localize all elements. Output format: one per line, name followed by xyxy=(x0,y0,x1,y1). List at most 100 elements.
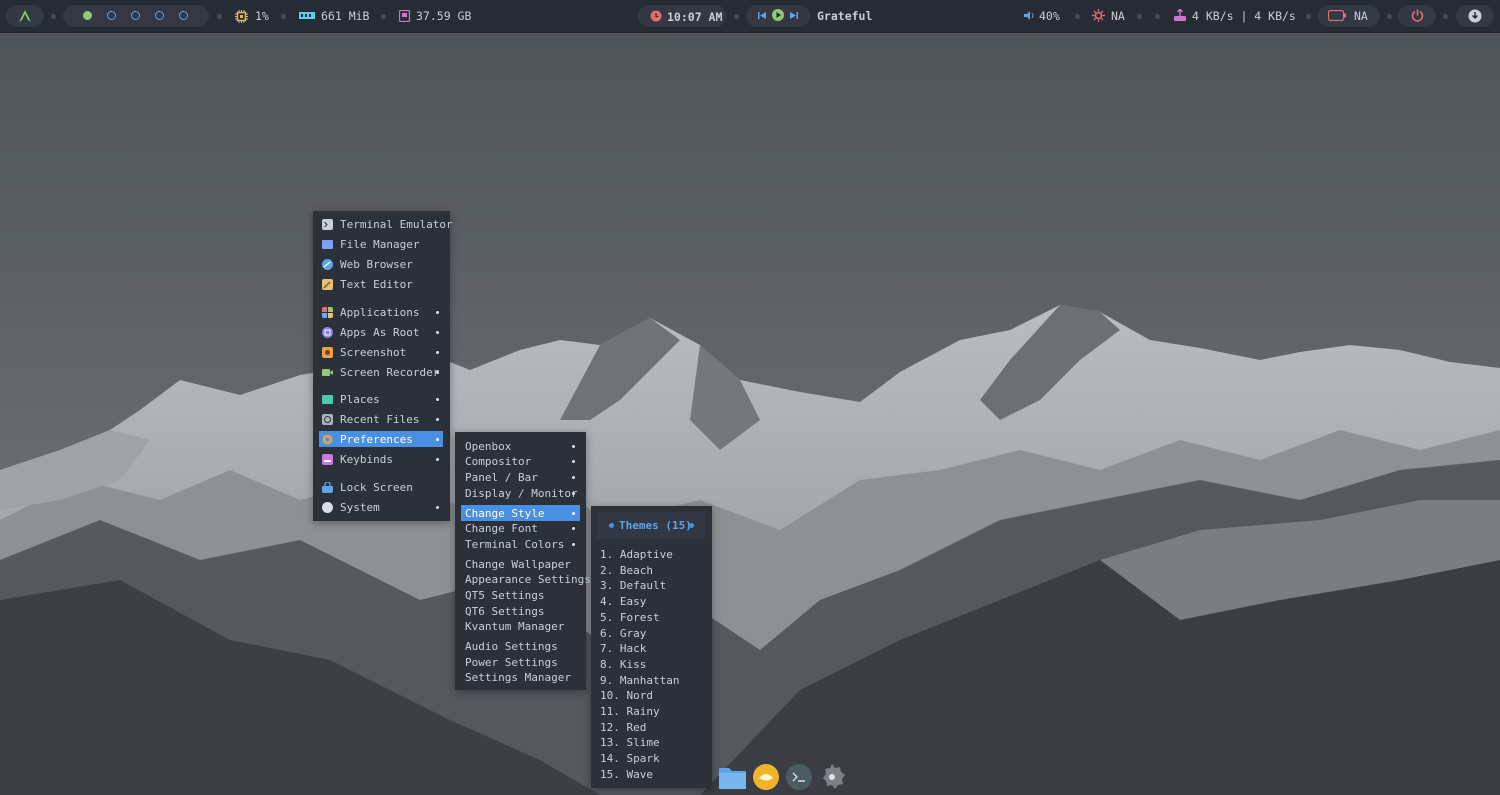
submenu-arrow-icon xyxy=(436,371,439,374)
menu-item-compositor[interactable]: Compositor xyxy=(461,453,580,469)
menu-item-qt6-settings[interactable]: QT6 Settings xyxy=(461,603,580,619)
theme-item-beach[interactable]: 2. Beach xyxy=(597,562,705,578)
theme-item-gray[interactable]: 6. Gray xyxy=(597,625,705,641)
dock xyxy=(690,760,860,795)
menu-item-screenshot[interactable]: Screenshot xyxy=(319,344,443,360)
submenu-arrow-icon xyxy=(572,445,575,448)
submenu-arrow-icon xyxy=(572,460,575,463)
launcher-button[interactable] xyxy=(6,5,44,27)
theme-item-nord[interactable]: 10. Nord xyxy=(597,687,705,703)
menu-item-change-font[interactable]: Change Font xyxy=(461,520,580,536)
menu-item-panel-bar[interactable]: Panel / Bar xyxy=(461,469,580,485)
workspace-4[interactable] xyxy=(155,11,164,20)
theme-item-default[interactable]: 3. Default xyxy=(597,577,705,593)
menu-item-text-editor[interactable]: Text Editor xyxy=(319,276,443,292)
memory-usage: 661 MiB xyxy=(321,9,370,23)
themes-header-label: Themes (15) xyxy=(619,519,692,532)
workspace-3[interactable] xyxy=(131,11,140,20)
menu-item-recent-files[interactable]: Recent Files xyxy=(319,411,443,427)
submenu-arrow-icon xyxy=(436,351,439,354)
menu-item-terminal-emulator[interactable]: Terminal Emulator xyxy=(319,216,453,232)
battery-level: NA xyxy=(1354,9,1368,23)
theme-item-easy[interactable]: 4. Easy xyxy=(597,593,705,609)
menu-item-qt5-settings[interactable]: QT5 Settings xyxy=(461,587,580,603)
workspace-1[interactable] xyxy=(83,11,92,20)
play-icon[interactable] xyxy=(772,9,784,21)
menu-item-kvantum-manager[interactable]: Kvantum Manager xyxy=(461,618,580,634)
power-button[interactable] xyxy=(1398,5,1436,27)
now-playing-title[interactable]: Grateful xyxy=(817,9,872,23)
folder-icon xyxy=(322,240,333,249)
preferences-submenu: Openbox Compositor Panel / Bar Display /… xyxy=(455,432,591,690)
system-icon xyxy=(322,502,333,513)
root-apps-icon xyxy=(322,327,333,338)
menu-item-display-monitor[interactable]: Display / Monitor xyxy=(461,485,580,501)
power-icon xyxy=(1411,9,1424,22)
menu-item-system[interactable]: System xyxy=(319,499,443,515)
menu-item-change-style[interactable]: Change Style xyxy=(461,505,580,521)
screenshot-icon xyxy=(322,347,333,358)
menu-item-apps-as-root[interactable]: Apps As Root xyxy=(319,324,443,340)
submenu-arrow-icon xyxy=(436,418,439,421)
menu-item-lock-screen[interactable]: Lock Screen xyxy=(319,479,443,495)
submenu-arrow-icon xyxy=(572,527,575,530)
submenu-arrow-icon xyxy=(572,476,575,479)
next-track-icon[interactable] xyxy=(789,11,798,20)
brightness-icon[interactable] xyxy=(1092,9,1105,22)
theme-item-rainy[interactable]: 11. Rainy xyxy=(597,703,705,719)
menu-item-keybinds[interactable]: Keybinds xyxy=(319,451,443,467)
menu-item-terminal-colors[interactable]: Terminal Colors xyxy=(461,536,580,552)
terminal-icon xyxy=(322,219,333,230)
theme-item-kiss[interactable]: 8. Kiss xyxy=(597,656,705,672)
menu-item-screen-recorder[interactable]: Screen Recorder xyxy=(319,364,443,380)
theme-item-adaptive[interactable]: 1. Adaptive xyxy=(597,546,705,562)
menu-item-places[interactable]: Places xyxy=(319,391,443,407)
bullet-left-icon xyxy=(609,523,614,528)
dock-settings-icon[interactable] xyxy=(819,764,845,790)
clock-widget[interactable]: 10:07 AM xyxy=(638,5,726,27)
preferences-gear-icon xyxy=(322,434,333,445)
menu-item-preferences[interactable]: Preferences xyxy=(319,431,443,447)
volume-level[interactable]: 40% xyxy=(1039,9,1060,23)
theme-item-wave[interactable]: 15. Wave xyxy=(597,766,705,782)
workspace-5[interactable] xyxy=(179,11,188,20)
cpu-icon xyxy=(235,10,248,23)
wallpaper xyxy=(0,0,1500,795)
menu-item-applications[interactable]: Applications xyxy=(319,304,443,320)
submenu-arrow-icon xyxy=(436,331,439,334)
theme-item-manhattan[interactable]: 9. Manhattan xyxy=(597,672,705,688)
menu-item-audio-settings[interactable]: Audio Settings xyxy=(461,638,580,654)
volume-icon[interactable] xyxy=(1024,10,1035,21)
arch-logo-icon xyxy=(19,10,31,22)
battery-widget: NA xyxy=(1318,5,1380,27)
submenu-arrow-icon xyxy=(436,311,439,314)
submenu-arrow-icon xyxy=(436,438,439,441)
themes-header: Themes (15) xyxy=(597,512,705,539)
theme-item-hack[interactable]: 7. Hack xyxy=(597,640,705,656)
root-menu: Terminal Emulator File Manager Web Brows… xyxy=(313,211,453,521)
dock-terminal-icon[interactable] xyxy=(786,764,812,790)
submenu-arrow-icon xyxy=(436,506,439,509)
previous-track-icon[interactable] xyxy=(758,11,767,20)
menu-item-openbox[interactable]: Openbox xyxy=(461,438,580,454)
workspace-2[interactable] xyxy=(107,11,116,20)
menu-item-web-browser[interactable]: Web Browser xyxy=(319,256,443,272)
top-panel: 1% 661 MiB 37.59 GB 10:07 AM Grateful 40… xyxy=(0,0,1500,33)
menu-item-power-settings[interactable]: Power Settings xyxy=(461,654,580,670)
theme-item-slime[interactable]: 13. Slime xyxy=(597,734,705,750)
globe-icon xyxy=(322,259,333,270)
battery-icon xyxy=(1328,10,1346,21)
menu-item-appearance-settings[interactable]: Appearance Settings xyxy=(461,571,591,587)
theme-item-spark[interactable]: 14. Spark xyxy=(597,750,705,766)
theme-item-red[interactable]: 12. Red xyxy=(597,719,705,735)
network-speed: 4 KB/s | 4 KB/s xyxy=(1192,9,1296,23)
bullet-right-icon xyxy=(689,523,694,528)
submenu-arrow-icon xyxy=(436,398,439,401)
menu-item-settings-manager[interactable]: Settings Manager xyxy=(461,669,580,685)
menu-item-change-wallpaper[interactable]: Change Wallpaper xyxy=(461,556,580,572)
dock-file-manager-icon[interactable] xyxy=(719,765,746,789)
menu-item-file-manager[interactable]: File Manager xyxy=(319,236,443,252)
dock-browser-icon[interactable] xyxy=(753,764,779,790)
theme-item-forest[interactable]: 5. Forest xyxy=(597,609,705,625)
notification-button[interactable] xyxy=(1456,5,1494,27)
